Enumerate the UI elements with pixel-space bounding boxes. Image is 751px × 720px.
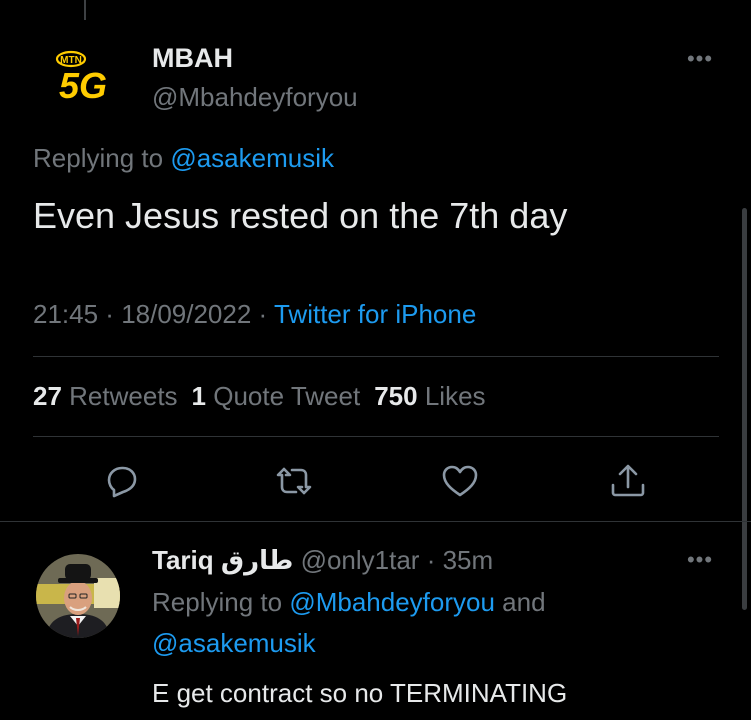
share-button[interactable]: [608, 461, 648, 501]
mtn-5g-logo: MTN 5G: [55, 50, 107, 106]
divider: [33, 436, 719, 437]
likes-label: Likes: [424, 381, 486, 411]
meta-separator: ·: [251, 299, 274, 329]
likes-stat[interactable]: 750 Likes: [374, 381, 485, 411]
reply-replying-to-line2: @asakemusik: [152, 628, 316, 659]
thread-connector-line: [84, 0, 86, 20]
retweets-count: 27: [33, 381, 62, 411]
tweet-time[interactable]: 21:45: [33, 299, 98, 329]
reply-avatar-image: [36, 554, 120, 638]
divider: [33, 356, 719, 357]
tweet-date[interactable]: 18/09/2022: [121, 299, 251, 329]
reply-author-name[interactable]: Tariq طارق: [152, 545, 293, 575]
mention-link[interactable]: @Mbahdeyforyou: [289, 587, 495, 617]
share-icon: [611, 464, 645, 497]
reply-avatar[interactable]: [36, 554, 120, 638]
retweets-stat[interactable]: 27 Retweets: [33, 381, 178, 411]
quotes-stat[interactable]: 1 Quote Tweet: [192, 381, 361, 411]
retweets-label: Retweets: [69, 381, 178, 411]
mention-link[interactable]: @asakemusik: [152, 628, 316, 658]
more-options-icon[interactable]: •••: [680, 549, 720, 571]
meta-separator: ·: [98, 299, 122, 329]
tweet-meta: 21:45 · 18/09/2022 · Twitter for iPhone: [33, 299, 476, 330]
reply-separator: ·: [419, 545, 443, 575]
replying-prefix: Replying to: [33, 143, 171, 173]
like-button[interactable]: [440, 461, 480, 501]
quotes-label: Quote Tweet: [213, 381, 361, 411]
likes-count: 750: [374, 381, 418, 411]
tweet-stats: 27 Retweets 1 Quote Tweet 750 Likes: [33, 381, 486, 412]
retweet-icon: [276, 467, 312, 495]
tweet-source-link[interactable]: Twitter for iPhone: [274, 299, 476, 329]
author-handle[interactable]: @Mbahdeyforyou: [152, 82, 358, 113]
quotes-count: 1: [191, 381, 207, 411]
retweet-button[interactable]: [274, 461, 314, 501]
author-name[interactable]: MBAH: [152, 43, 233, 74]
scrollbar[interactable]: [742, 208, 747, 610]
more-options-icon[interactable]: •••: [680, 48, 720, 70]
divider: [0, 521, 751, 522]
reply-replying-to: Replying to @Mbahdeyforyou and: [152, 587, 546, 618]
reply-text: E get contract so no TERMINATING: [152, 678, 568, 708]
replying-to: Replying to @asakemusik: [33, 143, 334, 174]
tweet-text: Even Jesus rested on the 7th day: [33, 195, 568, 236]
reply-header: Tariq طارق @only1tar · 35m: [152, 545, 493, 576]
replying-prefix: Replying to: [152, 587, 290, 617]
like-icon: [442, 465, 478, 497]
avatar[interactable]: MTN 5G: [47, 48, 121, 106]
replying-and: and: [494, 587, 546, 617]
reply-time[interactable]: 35m: [443, 545, 494, 575]
reply-button[interactable]: [101, 461, 141, 501]
reply-author-handle[interactable]: @only1tar: [301, 545, 420, 575]
mention-link[interactable]: @asakemusik: [170, 143, 334, 173]
logo-5g-text: 5G: [59, 65, 107, 106]
reply-icon: [107, 466, 137, 498]
